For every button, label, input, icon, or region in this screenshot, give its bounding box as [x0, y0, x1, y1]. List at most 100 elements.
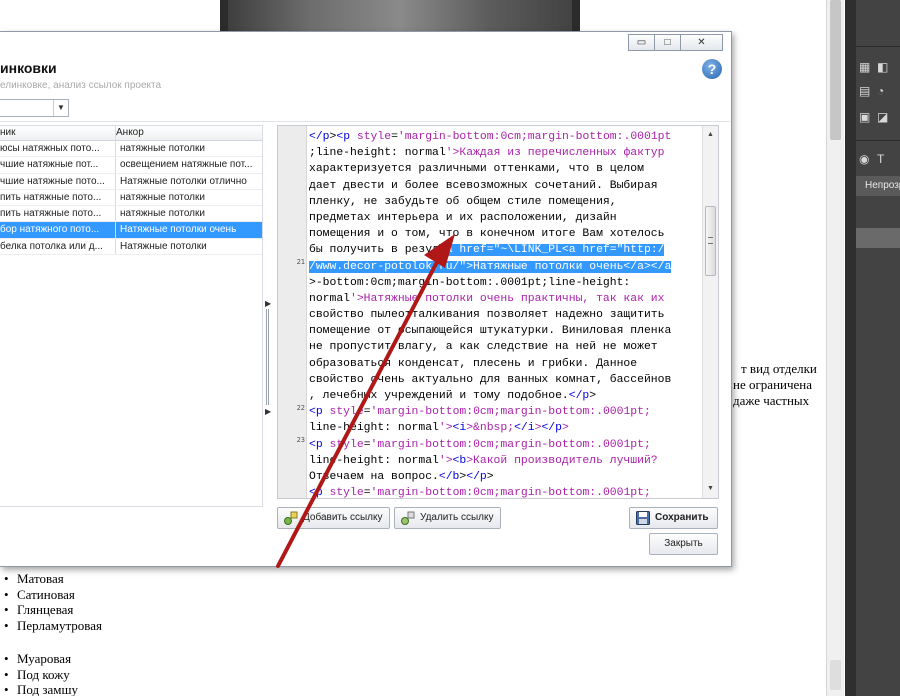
list-item: Перламутровая	[0, 618, 102, 634]
list-item: Матовая	[0, 571, 102, 587]
line-number: 23	[296, 436, 305, 444]
code-line[interactable]: <p style='margin-bottom:0cm;margin-botto…	[309, 437, 701, 453]
opacity-label: Непрозр	[865, 180, 900, 191]
divider	[0, 121, 730, 122]
text-tool-icon[interactable]: T	[877, 152, 884, 166]
panel-strip	[845, 0, 856, 696]
panel-splitter[interactable]: ▶ ▶	[265, 297, 273, 417]
chevron-down-icon[interactable]: ▼	[53, 100, 68, 116]
help-icon[interactable]: ?	[702, 59, 722, 79]
code-line[interactable]: не пропустит влагу, а как следствие на н…	[309, 339, 701, 355]
adjust-icon[interactable]: ◔	[877, 84, 884, 98]
code-line[interactable]: свойство пылеотталкивания позволяет наде…	[309, 307, 701, 323]
code-line[interactable]: характеризуется различными оттенками, чт…	[309, 161, 701, 177]
editor-scrollbar-thumb[interactable]	[705, 206, 716, 276]
save-label: Сохранить	[655, 512, 709, 523]
scroll-up-icon[interactable]: ▲	[703, 128, 718, 142]
code-line[interactable]: , лечебных учреждений и тому подобное.</…	[309, 388, 701, 404]
circle-icon[interactable]: ◉	[859, 152, 869, 166]
cell-source: чшие натяжные пото...	[0, 173, 116, 189]
line-number: 22	[296, 404, 305, 412]
cell-anchor: освещением натяжные пот...	[120, 159, 253, 171]
table-row[interactable]: белка потолка или д... Натяжные потолки	[0, 238, 262, 256]
cell-source: белка потолка или д...	[0, 238, 116, 255]
page-scrollbar-thumb[interactable]	[830, 0, 841, 140]
floppy-disk-icon	[636, 511, 650, 525]
html-code-editor[interactable]: 21 22 23 </p><p style='margin-bottom:0cm…	[277, 125, 719, 499]
add-link-button[interactable]: Добавить ссылку	[277, 507, 390, 529]
code-line[interactable]: line-height: normal'><i>&nbsp;</i></p>	[309, 420, 701, 436]
table-row[interactable]: юсы натяжных пото... натяжные потолки	[0, 141, 262, 158]
curves-icon[interactable]: ◪	[877, 110, 888, 124]
minimize-button[interactable]: ▭	[628, 34, 655, 51]
line-number-gutter: 21 22 23	[278, 126, 307, 498]
code-line[interactable]: предметах интерьера и их расположении, д…	[309, 210, 701, 226]
line-number: 21	[296, 258, 305, 266]
column-header-anchor[interactable]: Анкор	[116, 126, 262, 140]
table-row[interactable]: пить натяжные пото... натяжные потолки	[0, 206, 262, 223]
cell-source: юсы натяжных пото...	[0, 141, 116, 157]
dialog-subtitle: елинковке, анализ ссылок проекта	[0, 80, 162, 91]
table-row[interactable]: пить натяжные пото... натяжные потолки	[0, 189, 262, 207]
code-line[interactable]: пленку, не забудьте об общем стиле помещ…	[309, 194, 701, 210]
page-scrollbar[interactable]	[826, 0, 844, 696]
window-controls: ▭ □ ✕	[628, 34, 723, 51]
code-line[interactable]: /www.decor-potolok.ru/">Натяжные потолки…	[309, 259, 701, 275]
maximize-button[interactable]: □	[654, 34, 681, 51]
code-line[interactable]: </p><p style='margin-bottom:0cm;margin-b…	[309, 129, 701, 145]
list-item: Под замшу	[0, 682, 78, 696]
code-line[interactable]: помещения и о том, что в конечном итоге …	[309, 226, 701, 242]
add-link-label: Добавить ссылку	[303, 512, 383, 523]
code-line[interactable]: <p style='margin-bottom:0cm;margin-botto…	[309, 404, 701, 420]
table-row[interactable]: чшие натяжные пот... освещением натяжные …	[0, 157, 262, 174]
photoshop-side-panel: ▦ ◧ ▤ ◔ ▣ ◪ ◉ T Непрозр	[845, 0, 900, 696]
grid-icon[interactable]: ▦	[859, 60, 870, 74]
background-text-line: даже частных	[733, 393, 810, 408]
gradient-icon[interactable]: ▤	[859, 84, 870, 98]
cell-anchor: натяжные потолки	[120, 191, 205, 203]
background-text-line: т вид отделки	[741, 361, 817, 376]
link-add-icon	[284, 511, 298, 525]
code-line[interactable]: дает двести и более всевозможных сочетан…	[309, 178, 701, 194]
layers-icon[interactable]: ◧	[877, 60, 888, 74]
link-delete-icon	[401, 511, 415, 525]
column-header-source[interactable]: ник	[0, 126, 116, 140]
mask-icon[interactable]: ▣	[859, 110, 870, 124]
save-button[interactable]: Сохранить	[629, 507, 718, 529]
cell-source: пить натяжные пото...	[0, 206, 116, 222]
editor-scrollbar[interactable]: ▲ ▼	[702, 126, 718, 498]
scroll-down-icon[interactable]: ▼	[703, 482, 718, 496]
code-line[interactable]: line-height: normal'><b>Какой производит…	[309, 453, 701, 469]
close-window-button[interactable]: ✕	[680, 34, 723, 51]
relinking-dialog: ▭ □ ✕ инковки елинковке, анализ ссылок п…	[0, 31, 732, 567]
background-list-finishes: Муаровая Под кожу Под замшу	[0, 651, 78, 696]
code-line[interactable]: образоваться конденсат, плесень и грибки…	[309, 356, 701, 372]
code-line[interactable]: помещение от осыпающейся штукатурки. Вин…	[309, 323, 701, 339]
page-scrollbar-lower	[830, 660, 841, 690]
code-line[interactable]: свойство очень актуально для ванных комн…	[309, 372, 701, 388]
dialog-title: инковки	[0, 60, 57, 76]
list-item: Муаровая	[0, 651, 78, 667]
project-select[interactable]: ▼	[0, 99, 69, 117]
background-list-textures: Матовая Сатиновая Глянцевая Перламутрова…	[0, 571, 102, 633]
code-text[interactable]: </p><p style='margin-bottom:0cm;margin-b…	[309, 129, 701, 498]
table-row-selected[interactable]: бор натяжного пото... Натяжные потолки оч…	[0, 222, 262, 239]
close-button[interactable]: Закрыть	[649, 533, 718, 555]
list-item: Глянцевая	[0, 602, 102, 618]
code-line[interactable]: бы получить в резул<a href="~\LINK_PL<a …	[309, 242, 701, 258]
cell-source: чшие натяжные пот...	[0, 157, 116, 173]
cell-anchor: Натяжные потолки отлично	[120, 175, 247, 187]
table-row[interactable]: чшие натяжные пото... Натяжные потолки от…	[0, 173, 262, 190]
delete-link-button[interactable]: Удалить ссылку	[394, 507, 501, 529]
cell-source: пить натяжные пото...	[0, 189, 116, 206]
cell-source: бор натяжного пото...	[0, 222, 116, 238]
background-photo	[220, 0, 580, 32]
cell-anchor: натяжные потолки	[120, 208, 205, 220]
code-line[interactable]: normal'>Натяжные потолки очень практичны…	[309, 291, 701, 307]
code-line[interactable]: Отвечаем на вопрос.</b></p>	[309, 469, 701, 485]
code-line[interactable]: ;line-height: normal'>Каждая из перечисл…	[309, 145, 701, 161]
cell-anchor: натяжные потолки	[120, 143, 205, 154]
close-label: Закрыть	[664, 538, 703, 549]
code-line[interactable]: <p style='margin-bottom:0cm;margin-botto…	[309, 485, 701, 498]
code-line[interactable]: >-bottom:0cm;margin-bottom:.0001pt;line-…	[309, 275, 701, 291]
